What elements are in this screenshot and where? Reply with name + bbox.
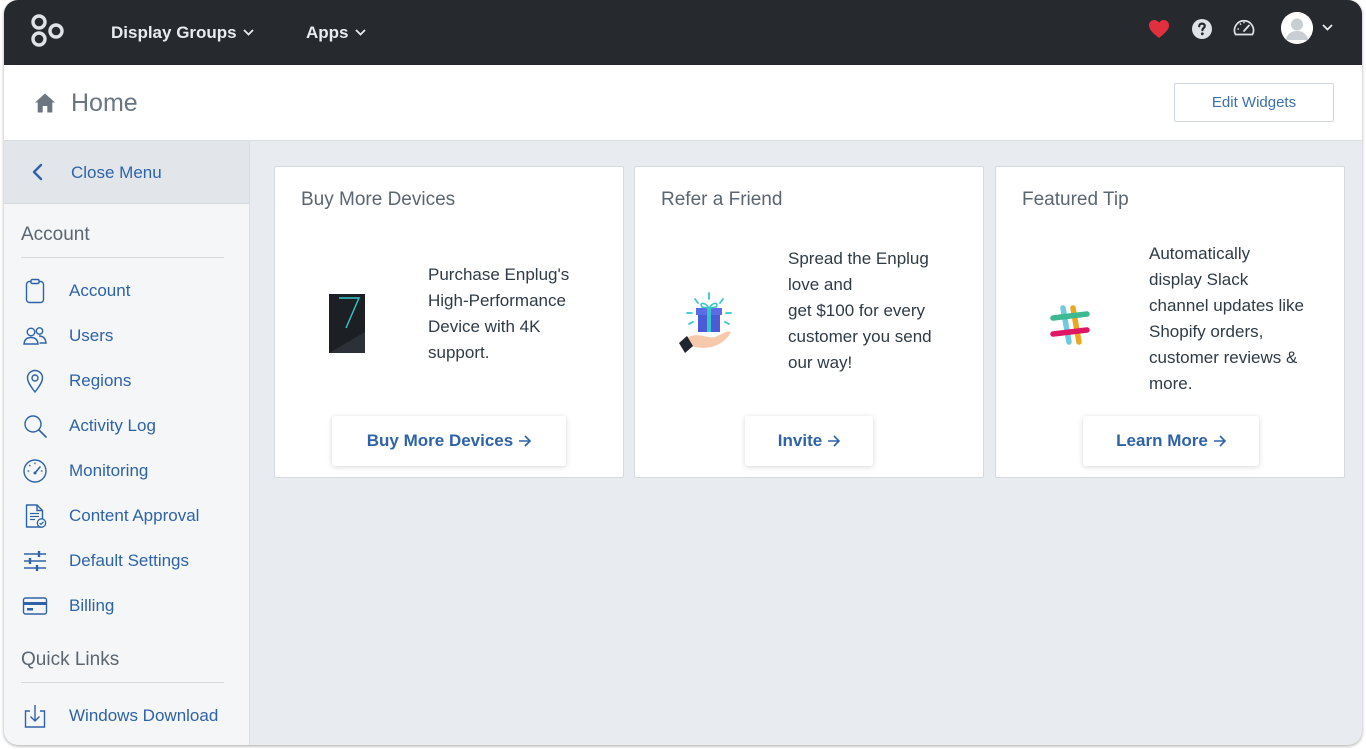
sidebar-item-default-settings[interactable]: Default Settings	[4, 541, 249, 581]
speedometer-icon[interactable]	[1232, 17, 1256, 41]
nav-display-groups-label: Display Groups	[111, 22, 237, 42]
help-icon[interactable]	[1190, 17, 1214, 41]
close-menu-label: Close Menu	[71, 163, 162, 182]
learn-more-button[interactable]: Learn More	[1083, 416, 1259, 466]
text-line: channel updates like	[1149, 296, 1305, 315]
text-line: Device with 4K	[428, 317, 541, 336]
device-image	[329, 294, 365, 353]
widget-description: Automatically display Slack channel upda…	[1149, 241, 1304, 397]
button-label: Invite	[777, 431, 823, 450]
widget-description: Purchase Enplug's High-Performance Devic…	[428, 262, 569, 366]
text-line: support.	[428, 343, 490, 362]
logo-icon[interactable]	[30, 13, 70, 49]
sidebar-item-users[interactable]: Users	[4, 316, 249, 356]
sidebar-item-regions[interactable]: Regions	[4, 361, 249, 401]
arrow-right-icon	[519, 435, 532, 447]
widget-title: Refer a Friend	[661, 189, 783, 210]
speedometer-icon	[23, 459, 47, 483]
section-title-quick-links: Quick Links	[21, 649, 120, 670]
section-title-account: Account	[21, 224, 90, 245]
page-title: Home	[71, 89, 138, 117]
nav-display-groups[interactable]: Display Groups	[111, 0, 254, 65]
chevron-down-icon	[354, 29, 366, 36]
text-line: High-Performance	[428, 291, 566, 310]
sidebar-item-label: Monitoring	[69, 461, 149, 480]
sidebar-item-monitoring[interactable]: Monitoring	[4, 451, 249, 491]
sidebar-item-label: Regions	[69, 371, 132, 390]
user-icon	[1281, 12, 1313, 44]
divider	[21, 682, 224, 683]
arrow-right-icon	[1213, 435, 1226, 447]
sidebar-item-label: Default Settings	[69, 551, 190, 570]
document-check-icon	[25, 504, 47, 528]
users-icon	[23, 327, 47, 345]
text-line: Automatically	[1149, 244, 1251, 263]
text-line: get $100 for every	[788, 301, 926, 320]
buy-more-devices-button[interactable]: Buy More Devices	[332, 416, 566, 466]
sidebar-item-windows-download[interactable]: Windows Download	[4, 696, 249, 736]
sidebar-item-label: Account	[69, 281, 131, 300]
gift-hand-image	[679, 292, 732, 353]
nav-apps[interactable]: Apps	[306, 0, 366, 65]
sidebar-item-label: Users	[69, 326, 114, 345]
widget-description: Spread the Enplug love and get $100 for …	[788, 246, 932, 376]
widget-featured-tip: Featured Tip Automatically display Slack…	[995, 166, 1345, 478]
page-header: Home Edit Widgets	[4, 65, 1362, 141]
text-line: customer reviews &	[1149, 348, 1298, 367]
widget-title: Buy More Devices	[301, 189, 456, 210]
text-line: Spread the Enplug	[788, 249, 929, 268]
close-menu-button[interactable]: Close Menu	[4, 141, 249, 204]
divider	[21, 257, 224, 258]
chevron-down-icon[interactable]	[1322, 24, 1333, 31]
sidebar-item-label: Windows Download	[69, 706, 219, 725]
text-line: display Slack	[1149, 270, 1249, 289]
widget-buy-more-devices: Buy More Devices Purchase Enplug's High-…	[274, 166, 624, 478]
text-line: love and	[788, 275, 853, 294]
clipboard-icon	[25, 278, 45, 304]
sliders-icon	[24, 551, 46, 571]
invite-button[interactable]: Invite	[745, 416, 873, 466]
sidebar-item-billing[interactable]: Billing	[4, 586, 249, 626]
sidebar-item-label: Content Approval	[69, 506, 200, 525]
download-icon	[24, 705, 46, 728]
text-line: Shopify orders,	[1149, 322, 1264, 341]
sidebar-item-label: Billing	[69, 596, 115, 615]
home-icon	[35, 93, 55, 113]
text-line: our way!	[788, 353, 853, 372]
slack-logo-image	[1050, 305, 1090, 345]
chevron-left-icon	[32, 163, 43, 181]
widget-title: Featured Tip	[1022, 189, 1129, 210]
widget-refer-a-friend: Refer a Friend Spread the Enplug love an…	[634, 166, 984, 478]
text-line: Purchase Enplug's	[428, 265, 570, 284]
arrow-right-icon	[828, 435, 841, 447]
sidebar-item-account[interactable]: Account	[4, 271, 249, 311]
sidebar: Close Menu Account Account Users Regions…	[4, 141, 250, 745]
heart-icon[interactable]	[1147, 17, 1171, 41]
top-navbar: Display Groups Apps	[4, 0, 1362, 65]
app-window: Display Groups Apps Home Edit Widgets Cl…	[4, 0, 1362, 745]
search-icon	[24, 415, 47, 438]
avatar[interactable]	[1281, 12, 1313, 44]
chevron-down-icon	[243, 29, 254, 36]
edit-widgets-button[interactable]: Edit Widgets	[1174, 83, 1334, 122]
button-label: Learn More	[1116, 431, 1208, 450]
sidebar-item-label: Activity Log	[69, 416, 156, 435]
sidebar-item-activity-log[interactable]: Activity Log	[4, 406, 249, 446]
map-pin-icon	[26, 369, 44, 394]
credit-card-icon	[22, 597, 48, 615]
text-line: more.	[1149, 374, 1193, 393]
nav-apps-label: Apps	[306, 22, 349, 42]
sidebar-item-content-approval[interactable]: Content Approval	[4, 496, 249, 536]
text-line: customer you send	[788, 327, 932, 346]
button-label: Buy More Devices	[366, 431, 514, 450]
